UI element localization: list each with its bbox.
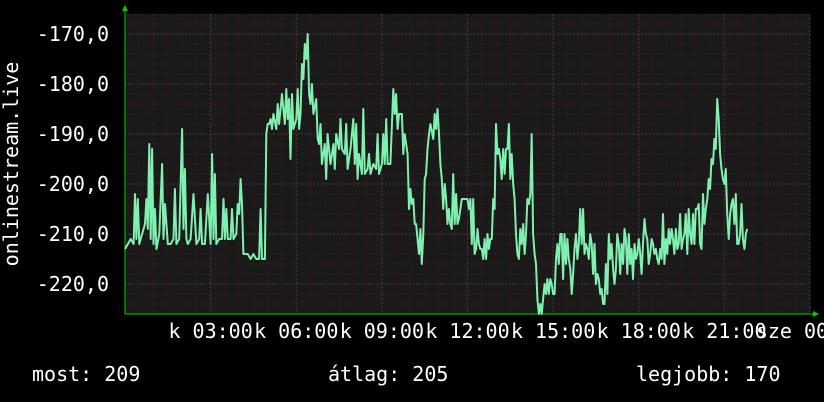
x-tick-label: k 09:00 xyxy=(340,319,424,343)
chart-svg: -170,0 -180,0 -190,0 -200,0 -210,0 -220,0 k 0… xyxy=(0,5,824,343)
y-tick-label: -200,0 xyxy=(37,172,109,196)
x-axis-arrow-icon xyxy=(813,311,819,317)
y-axis-label: onlinestream.live xyxy=(0,62,23,267)
best-value: legjobb: 170 xyxy=(636,362,781,386)
x-tick-label: k 12:00 xyxy=(425,319,509,343)
x-tick-label: sze 00:00 xyxy=(756,319,824,343)
chart-root: -170,0 -180,0 -190,0 -200,0 -210,0 -220,0 k 0… xyxy=(0,0,824,402)
y-tick-label: -190,0 xyxy=(37,122,109,146)
average-value: átlag: 205 xyxy=(328,362,449,386)
y-tick-label: -220,0 xyxy=(37,272,109,296)
y-tick-labels: -170,0 -180,0 -190,0 -200,0 -210,0 -220,0 xyxy=(37,22,109,296)
y-tick-label: -170,0 xyxy=(37,22,109,46)
y-axis-arrow-icon xyxy=(122,5,128,11)
x-tick-label: k 21:00 xyxy=(682,319,766,343)
x-tick-label: k 03:00 xyxy=(168,319,252,343)
x-tick-label: k 06:00 xyxy=(254,319,338,343)
y-tick-label: -180,0 xyxy=(37,72,109,96)
x-tick-labels: k 03:00 k 06:00 k 09:00 k 12:00 k 15:00 k 18:… xyxy=(168,319,824,343)
x-tick-label: k 15:00 xyxy=(511,319,595,343)
x-tick-label: k 18:00 xyxy=(597,319,681,343)
current-value: most: 209 xyxy=(32,362,141,386)
y-tick-label: -210,0 xyxy=(37,222,109,246)
